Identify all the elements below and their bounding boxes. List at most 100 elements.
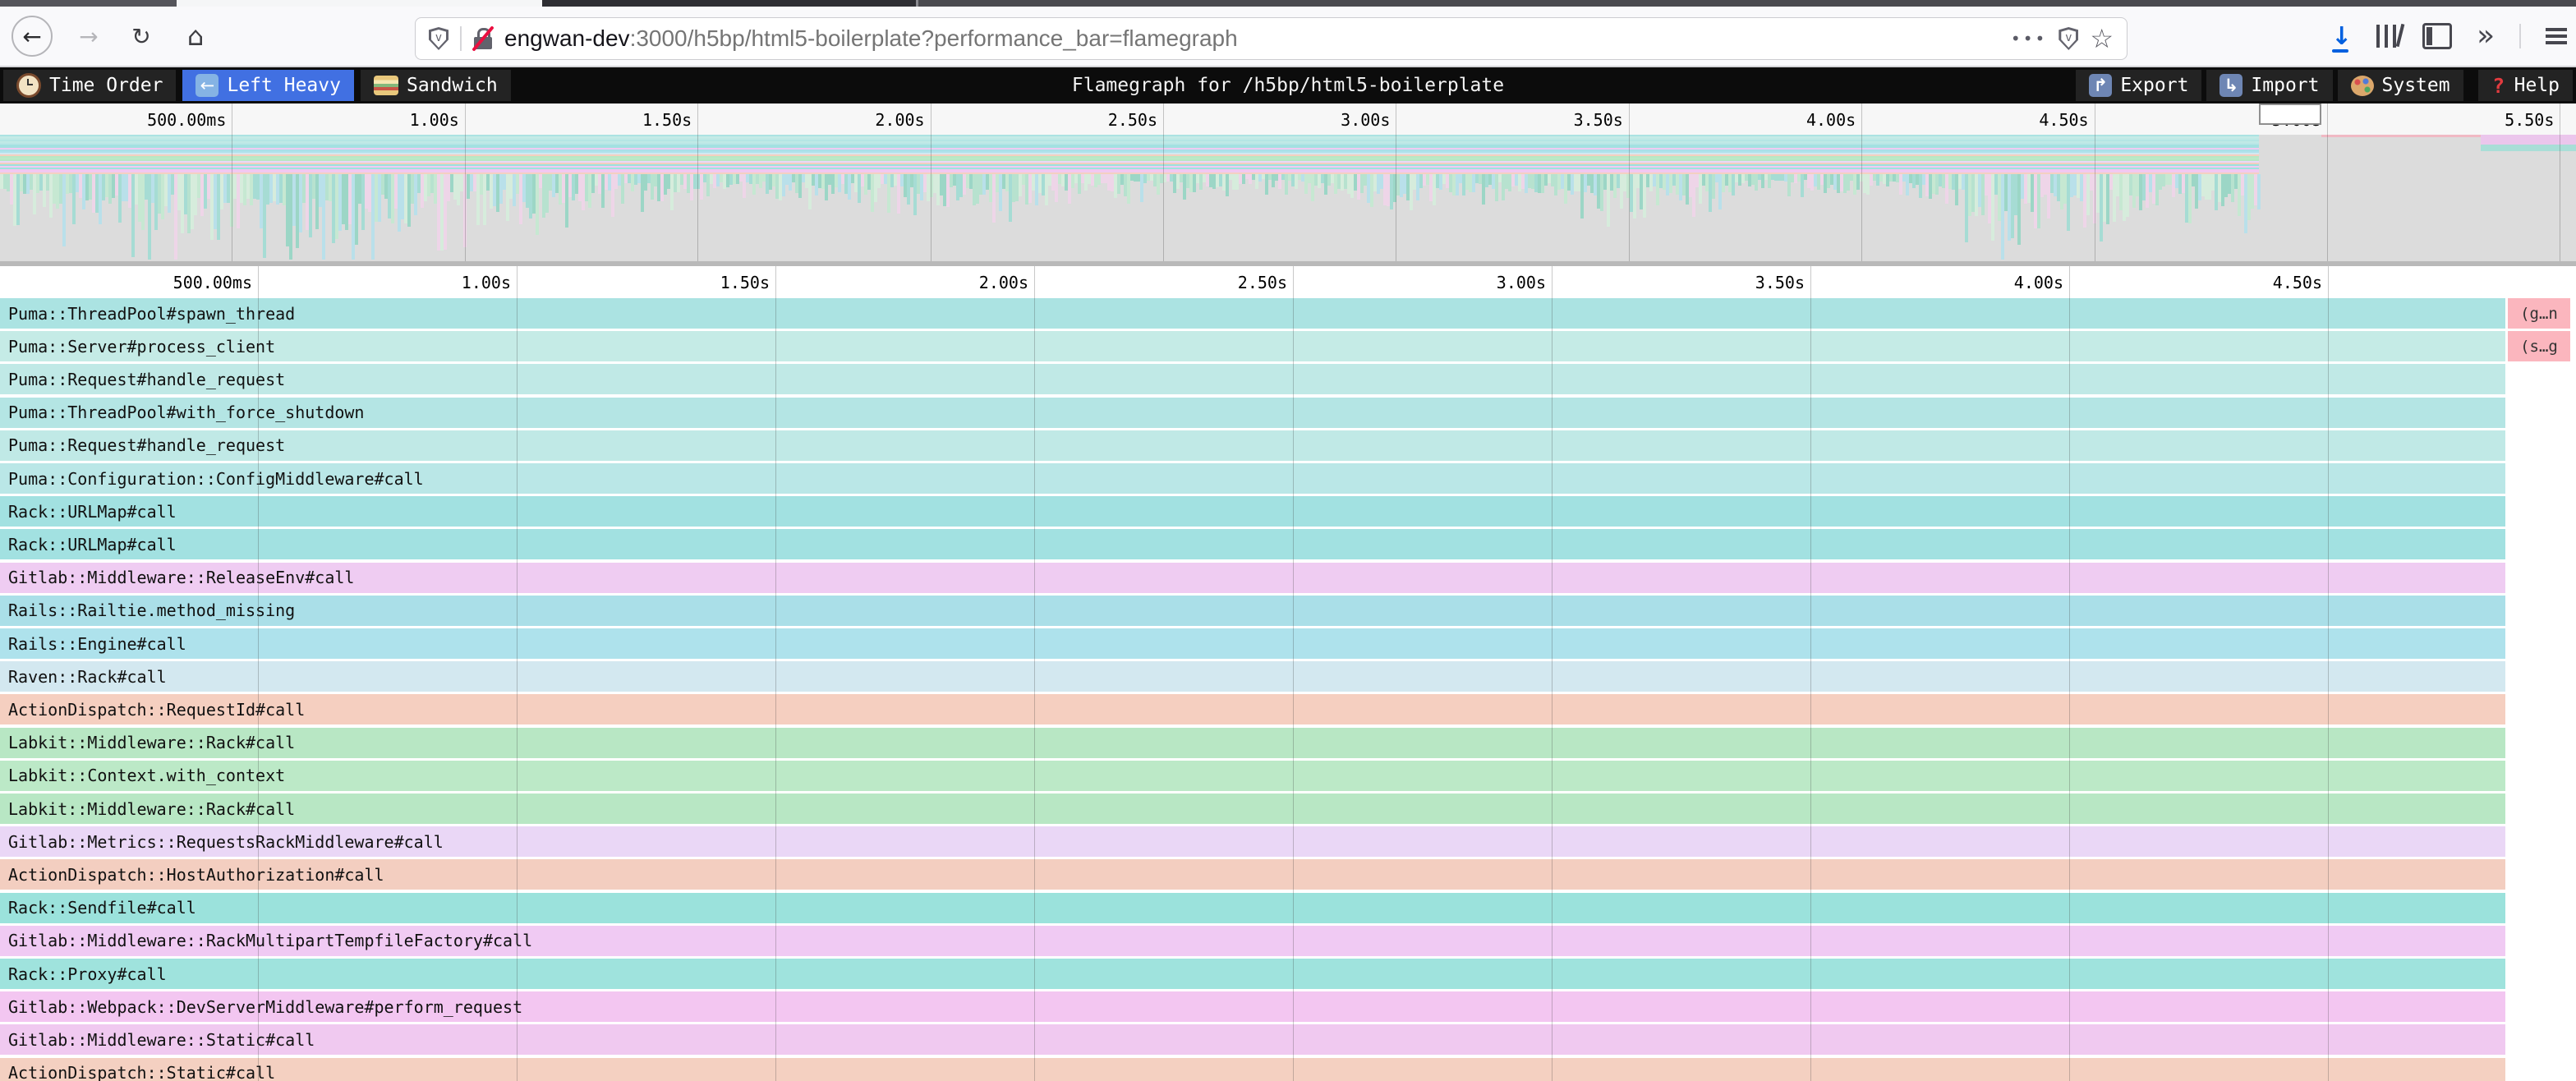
tick-label: 5.50s — [2431, 110, 2554, 130]
url-text[interactable]: engwan-dev:3000/h5bp/html5-boilerplate?p… — [504, 25, 1999, 52]
flamegraph-frame[interactable]: Puma::Request#handle_request — [0, 364, 2505, 394]
sidebar-icon[interactable] — [2422, 23, 2452, 49]
flamegraph-rows: Puma::ThreadPool#spawn_threadPuma::Serve… — [0, 298, 2576, 1081]
frame-label: Rack::URLMap#call — [0, 535, 177, 554]
minimap-stack-band — [0, 135, 2259, 174]
tick-label: 500.00ms — [129, 273, 252, 292]
flamegraph-frame[interactable]: Rack::Proxy#call — [0, 959, 2505, 989]
frame-label: Puma::Configuration::ConfigMiddleware#ca… — [0, 469, 424, 489]
flamegraph-frame[interactable]: Gitlab::Middleware::RackMultipartTempfil… — [0, 926, 2505, 956]
tab-left-heavy[interactable]: Left Heavy — [182, 70, 353, 101]
back-button[interactable]: ← — [12, 7, 53, 66]
flamegraph-view[interactable]: Puma::ThreadPool#spawn_threadPuma::Serve… — [0, 266, 2576, 1081]
flamegraph-gc-frame[interactable]: (s…g — [2508, 331, 2570, 361]
view-mode-tabs: Time OrderLeft Heavy Sandwich — [3, 67, 511, 104]
frame-label: Puma::ThreadPool#with_force_shutdown — [0, 402, 364, 422]
shield-check-icon[interactable]: v — [2058, 27, 2078, 50]
downloads-button[interactable]: ↓ — [2331, 22, 2352, 51]
flamegraph-frame[interactable]: Gitlab::Middleware::Static#call — [0, 1024, 2505, 1055]
gridline — [931, 104, 932, 261]
tracking-protection-icon[interactable]: v — [429, 27, 448, 50]
frame-label: ActionDispatch::Static#call — [0, 1063, 275, 1081]
browser-tabstrip[interactable] — [0, 0, 2576, 7]
bookmark-star-icon[interactable]: ☆ — [2090, 23, 2114, 54]
flamegraph-frame[interactable]: Gitlab::Webpack::DevServerMiddleware#per… — [0, 991, 2505, 1022]
system-button[interactable]: System — [2338, 70, 2463, 101]
gridline — [775, 266, 776, 1081]
overflow-chevrons-icon[interactable]: » — [2477, 25, 2495, 47]
gridline — [1629, 104, 1630, 261]
library-icon[interactable] — [2376, 25, 2398, 48]
reload-button[interactable]: ↻ — [123, 7, 159, 66]
export-button[interactable]: Export — [2076, 70, 2201, 101]
flamegraph-frame[interactable]: ActionDispatch::HostAuthorization#call — [0, 859, 2505, 890]
gridline — [697, 104, 698, 261]
forward-button[interactable]: → — [71, 7, 107, 66]
flamegraph-frame[interactable]: ActionDispatch::RequestId#call — [0, 694, 2505, 724]
minimap-gc-frame2 — [2481, 145, 2576, 151]
tick-label: 3.00s — [1267, 110, 1390, 130]
url-bar[interactable]: v engwan-dev:3000/h5bp/html5-boilerplate… — [415, 17, 2128, 60]
flamegraph-frame[interactable]: ActionDispatch::Static#call — [0, 1058, 2505, 1081]
sandwich-icon — [374, 76, 398, 95]
flamegraph-frame[interactable]: Puma::ThreadPool#spawn_thread — [0, 298, 2505, 329]
flamegraph-frame[interactable]: Rack::Sendfile#call — [0, 893, 2505, 923]
page-actions-icon[interactable]: ••• — [2011, 29, 2047, 48]
frame-label: ActionDispatch::HostAuthorization#call — [0, 865, 384, 885]
flamegraph-frame[interactable]: Puma::Server#process_client — [0, 331, 2505, 361]
flamegraph-frame[interactable]: Rack::URLMap#call — [0, 496, 2505, 527]
frame-label: Rails::Railtie.method_missing — [0, 600, 295, 620]
flamegraph-frame[interactable]: Labkit::Middleware::Rack#call — [0, 728, 2505, 758]
minimap-viewport-box[interactable] — [2259, 104, 2321, 125]
tab-divider — [916, 0, 918, 7]
action-label: System — [2382, 75, 2450, 96]
minimap-content[interactable] — [0, 135, 2576, 261]
frame-label: Puma::Request#handle_request — [0, 435, 285, 455]
frame-label: Gitlab::Middleware::RackMultipartTempfil… — [0, 931, 532, 950]
frame-label: Gitlab::Metrics::RequestsRackMiddleware#… — [0, 832, 444, 852]
flamegraph-frame[interactable]: Raven::Rack#call — [0, 661, 2505, 692]
flamegraph-frame[interactable]: Gitlab::Middleware::ReleaseEnv#call — [0, 563, 2505, 593]
gridline — [1293, 266, 1294, 1081]
tick-label: 4.00s — [1732, 110, 1856, 130]
frame-label: Labkit::Context.with_context — [0, 766, 285, 785]
reload-icon: ↻ — [131, 23, 150, 50]
flamegraph-frame[interactable]: Puma::Configuration::ConfigMiddleware#ca… — [0, 463, 2505, 494]
gridline — [517, 266, 518, 1081]
import-icon — [2220, 74, 2242, 97]
tick-label: 4.50s — [2199, 273, 2322, 292]
flamegraph-frame[interactable]: Gitlab::Metrics::RequestsRackMiddleware#… — [0, 826, 2505, 857]
gridline — [258, 266, 259, 1081]
tab-sandwich[interactable]: Sandwich — [361, 70, 511, 101]
import-button[interactable]: Import — [2206, 70, 2332, 101]
gridline — [1810, 266, 1811, 1081]
flamegraph-frame[interactable]: Puma::Request#handle_request — [0, 430, 2505, 461]
flamegraph-frame[interactable]: Labkit::Context.with_context — [0, 761, 2505, 791]
flamegraph-frame[interactable]: Labkit::Middleware::Rack#call — [0, 794, 2505, 824]
frame-label: Labkit::Middleware::Rack#call — [0, 799, 295, 819]
insecure-lock-icon[interactable] — [473, 26, 493, 51]
tick-label: 1.00s — [388, 273, 511, 292]
flamegraph-frame[interactable]: Rails::Engine#call — [0, 628, 2505, 659]
flamegraph-frame[interactable]: Rack::URLMap#call — [0, 529, 2505, 559]
flamegraph-gc-frame[interactable]: (g…n — [2508, 298, 2570, 329]
frame-label: Rails::Engine#call — [0, 634, 186, 654]
flamegraph-frame[interactable]: Rails::Railtie.method_missing — [0, 596, 2505, 626]
action-label: Export — [2120, 75, 2188, 96]
menu-hamburger-icon[interactable] — [2546, 28, 2567, 44]
divider — [460, 26, 462, 51]
minimap[interactable]: 500.00ms1.00s1.50s2.00s2.50s3.00s3.50s4.… — [0, 104, 2576, 261]
help-button[interactable]: Help — [2478, 70, 2573, 101]
frame-label: Rack::Proxy#call — [0, 964, 167, 984]
tick-label: 2.00s — [905, 273, 1028, 292]
tab-time-order[interactable]: Time Order — [3, 70, 176, 101]
frame-label: Raven::Rack#call — [0, 667, 167, 687]
tick-label: 2.50s — [1034, 110, 1157, 130]
frame-label: ActionDispatch::RequestId#call — [0, 700, 305, 720]
home-button[interactable]: ⌂ — [177, 7, 214, 66]
tick-label: 4.00s — [1940, 273, 2063, 292]
gridline — [1163, 104, 1164, 261]
tick-label: 3.50s — [1500, 110, 1623, 130]
gridline — [1034, 266, 1035, 1081]
flamegraph-frame[interactable]: Puma::ThreadPool#with_force_shutdown — [0, 398, 2505, 428]
